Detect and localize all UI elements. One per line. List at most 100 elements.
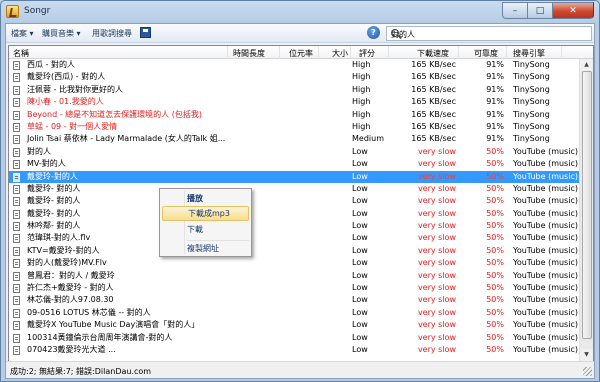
audio-file-icon	[13, 61, 20, 70]
row-name: 陳小春 - 01.我愛的人	[27, 97, 104, 107]
column-duration[interactable]: 時間長度	[233, 48, 265, 59]
save-icon[interactable]	[140, 27, 151, 38]
row-score: Low	[352, 196, 368, 206]
row-engine: TinySong	[513, 97, 550, 107]
table-row[interactable]: 對的人 Low very slow 50% YouTube (music)	[9, 146, 581, 158]
row-score: Medium	[352, 134, 384, 144]
table-row[interactable]: 戴愛玲-對的人 Low very slow 50% YouTube (music)	[9, 170, 581, 183]
audio-file-icon	[13, 284, 20, 294]
row-score: Low	[352, 233, 368, 243]
table-row[interactable]: 草蜢 - 09 - 對一個人愛情 High 165 KB/sec 91% TinySon…	[9, 121, 581, 133]
row-score: Low	[352, 320, 368, 330]
menu-item-download[interactable]: 下載	[162, 222, 249, 237]
row-speed: 165 KB/sec	[411, 72, 456, 82]
table-row[interactable]: 戴愛玲- 對的人 Low very slow 50% YouTube (music)	[9, 208, 581, 220]
row-speed: 165 KB/sec	[411, 60, 456, 69]
row-reliability: 50%	[486, 183, 504, 193]
row-score: High	[352, 60, 371, 69]
table-row[interactable]: 戴愛玲- 對的人 Low very slow 50% YouTube (music)	[9, 183, 581, 195]
row-reliability: 91%	[486, 109, 504, 119]
row-engine: YouTube (music)	[513, 283, 578, 293]
audio-file-icon	[13, 172, 20, 182]
table-row[interactable]: KTV=戴愛玲-對的人 Low very slow 50% YouTube (music…	[9, 245, 581, 257]
row-engine: TinySong	[513, 109, 550, 119]
audio-file-icon	[13, 98, 20, 108]
menu-item-copy-url[interactable]: 複製網址	[162, 241, 249, 256]
scroll-thumb[interactable]	[582, 71, 592, 339]
table-row[interactable]: 09-0516 LOTUS 林芯儀 -- 對的人 Low very slow 50% Y…	[9, 307, 581, 319]
table-row[interactable]: MV-對的人 Low very slow 50% YouTube (music)	[9, 158, 581, 170]
table-row[interactable]: 許仁杰+戴愛玲 - 對的人 Low very slow 50% YouTube (mus…	[9, 282, 581, 294]
table-row[interactable]: 陳小春 - 01.我愛的人 High 165 KB/sec 91% TinySong	[9, 96, 581, 108]
app-window: Songr – □ ✕ 檔案 ▾ 購買音樂 ▾ 用歌詞搜尋 ? 對的人 名稱 時…	[0, 0, 600, 382]
row-reliability: 50%	[486, 332, 504, 342]
row-reliability: 50%	[486, 233, 504, 243]
row-engine: YouTube (music)	[513, 320, 578, 330]
audio-file-icon	[13, 73, 20, 83]
lyrics-search-menu[interactable]: 用歌詞搜尋	[92, 28, 132, 39]
row-engine: YouTube (music)	[513, 245, 578, 255]
table-row[interactable]: 戴愛玲(西瓜) - 對的人 High 165 KB/sec 91% TinySong	[9, 71, 581, 83]
row-name: 100314黃鐘倫示台周周年演講會-對的人	[27, 332, 173, 342]
row-speed: 165 KB/sec	[411, 109, 456, 119]
vertical-scrollbar[interactable]: ▲ ▼	[579, 59, 593, 361]
search-icon[interactable]	[391, 29, 399, 37]
table-row[interactable]: Beyond - 總是不知道怎去保護環境的人 (包括我) High 165 KB/s…	[9, 109, 581, 121]
table-row[interactable]: 戴愛玲- 對的人 Low very slow 50% YouTube (music)	[9, 195, 581, 207]
audio-file-icon	[13, 184, 20, 194]
row-speed: very slow	[417, 283, 456, 293]
resize-grip-icon[interactable]	[583, 367, 592, 376]
column-reliability[interactable]: 可靠度	[474, 48, 498, 59]
minimize-button[interactable]: –	[502, 2, 527, 19]
column-engine[interactable]: 搜尋引擎	[513, 48, 545, 59]
table-row[interactable]: 100314黃鐘倫示台周周年演講會-對的人 Low very slow 50% YouT…	[9, 332, 581, 344]
row-engine: YouTube (music)	[513, 270, 578, 280]
audio-file-icon	[13, 197, 20, 207]
column-speed[interactable]: 下載速度	[417, 48, 449, 59]
column-name[interactable]: 名稱	[13, 48, 29, 59]
audio-file-icon	[13, 160, 20, 170]
menu-item-download-mp3[interactable]: 下載成mp3	[162, 206, 249, 221]
table-row[interactable]: 汪佩蓉 - 比我對你更好的人 High 165 KB/sec 91% TinySong	[9, 84, 581, 96]
title-bar[interactable]: Songr – □ ✕	[1, 1, 599, 23]
row-name: 許仁杰+戴愛玲 - 對的人	[27, 283, 114, 293]
table-row[interactable]: 曾鳳君：對的人 / 戴愛玲 Low very slow 50% YouTube (mus…	[9, 270, 581, 282]
scroll-up-icon[interactable]: ▲	[580, 59, 593, 71]
column-size[interactable]: 大小	[332, 48, 348, 59]
table-row[interactable]: 070423戴愛玲光大道 ... Low very slow 50% YouTube (…	[9, 344, 581, 356]
status-text: 成功:2; 無結果:7; 錯誤:DilanDau.com	[10, 367, 152, 376]
scroll-down-icon[interactable]: ▼	[580, 349, 593, 361]
column-bitrate[interactable]: 位元率	[289, 48, 313, 59]
row-score: High	[352, 109, 371, 119]
table-row[interactable]: 戴愛玲X YouTube Music Day演唱會「對的人」 Low very sl…	[9, 319, 581, 331]
table-row[interactable]: 林吟鄰- 對的人 Low very slow 50% YouTube (music)	[9, 220, 581, 232]
row-engine: TinySong	[513, 84, 550, 94]
row-name: 戴愛玲X YouTube Music Day演唱會「對的人」	[27, 320, 200, 330]
results-list[interactable]: 名稱 時間長度 位元率 大小 評分 下載速度 可靠度 搜尋引擎 西瓜 - 對的人…	[8, 45, 594, 362]
row-engine: TinySong	[513, 134, 550, 144]
search-input[interactable]: 對的人	[386, 26, 592, 41]
close-button[interactable]: ✕	[552, 2, 594, 19]
maximize-button[interactable]: □	[527, 2, 552, 19]
row-engine: YouTube (music)	[513, 233, 578, 243]
table-row[interactable]: 西瓜 - 對的人 High 165 KB/sec 91% TinySong	[9, 59, 581, 71]
row-name: Jolin Tsai 蔡依林 - Lady Marmalade (女人的Talk…	[27, 134, 226, 144]
row-speed: very slow	[417, 344, 456, 354]
table-row[interactable]: 對的人(戴愛玲)MV.Flv Low very slow 50% YouTube (mu…	[9, 257, 581, 269]
row-speed: very slow	[417, 270, 456, 280]
row-reliability: 91%	[486, 60, 504, 69]
audio-file-icon	[13, 321, 20, 331]
row-reliability: 50%	[486, 283, 504, 293]
menu-item-play[interactable]: 播放	[162, 191, 249, 206]
row-reliability: 50%	[486, 245, 504, 255]
audio-file-icon	[13, 259, 20, 269]
buy-music-menu[interactable]: 購買音樂 ▾	[42, 28, 81, 39]
help-icon[interactable]: ?	[367, 26, 380, 39]
audio-file-icon	[13, 234, 20, 244]
table-row[interactable]: 范瑋琪-對的人.flv Low very slow 50% YouTube (music…	[9, 232, 581, 244]
table-row[interactable]: 林芯儀-對的人97.08.30 Low very slow 50% YouTube (m…	[9, 294, 581, 306]
audio-file-icon	[13, 209, 20, 219]
column-score[interactable]: 評分	[359, 48, 375, 59]
file-menu[interactable]: 檔案 ▾	[11, 28, 34, 39]
table-row[interactable]: Jolin Tsai 蔡依林 - Lady Marmalade (女人的Talk…	[9, 133, 581, 145]
